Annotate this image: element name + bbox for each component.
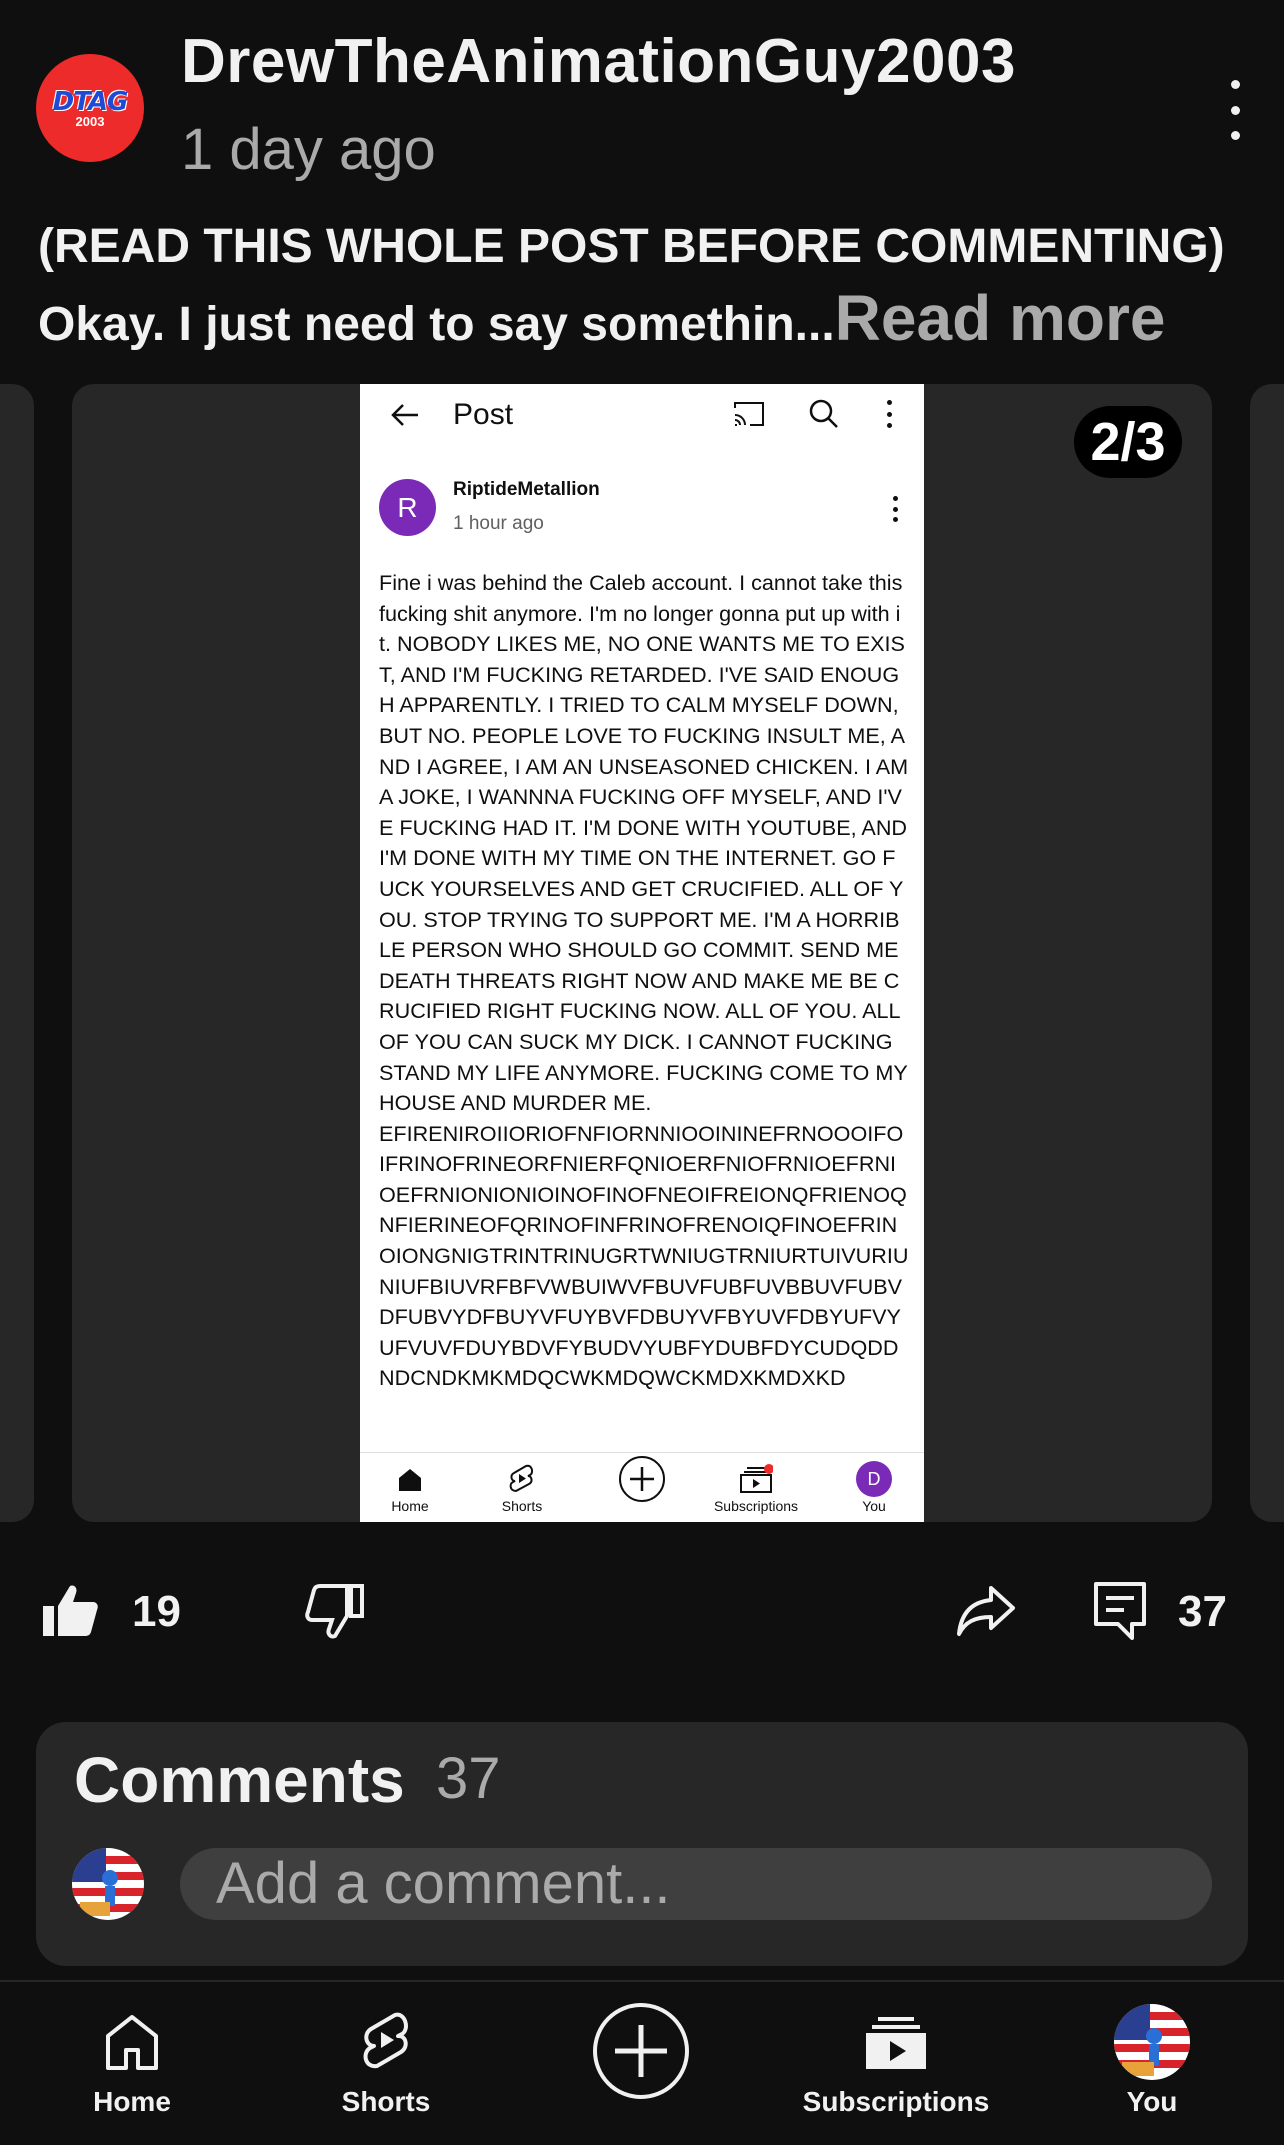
subscriptions-icon: [786, 2004, 1006, 2080]
nav-shorts-label: Shorts: [341, 2086, 431, 2117]
current-user-avatar: [72, 1848, 144, 1920]
post-header: DTAG 2003 DrewTheAnimationGuy2003 1 day …: [0, 0, 1284, 190]
screenshot-post-more-icon: [890, 496, 900, 522]
screenshot-more-icon: [884, 400, 894, 428]
channel-avatar-logo-text: DTAG: [52, 86, 129, 117]
comments-panel[interactable]: Comments 37 Add a comment...: [36, 1722, 1248, 1966]
channel-avatar-logo-subtext: 2003: [75, 113, 105, 129]
screenshot-nav-you: D You: [824, 1461, 924, 1515]
nav-create[interactable]: [531, 2003, 751, 2106]
screenshot-author-avatar: R: [379, 479, 436, 536]
screenshot-nav-home: Home: [360, 1461, 460, 1515]
screenshot-post-text: Fine i was behind the Caleb account. I c…: [379, 570, 909, 1391]
comments-heading: Comments: [74, 1744, 405, 1816]
post-timestamp: 1 day ago: [181, 117, 436, 182]
screenshot-nav-create: [592, 1456, 692, 1502]
screenshot-title: Post: [453, 398, 514, 431]
home-icon: [360, 1461, 460, 1497]
shorts-outline-icon: [276, 2004, 496, 2080]
read-more-link[interactable]: Read more: [835, 282, 1166, 354]
more-options-icon[interactable]: [1215, 80, 1255, 140]
like-count: 19: [132, 1587, 181, 1636]
nav-subscriptions[interactable]: Subscriptions: [786, 2004, 1006, 2120]
search-icon: [808, 398, 840, 435]
screenshot-bottom-nav: Home Shorts Subscriptions D You: [360, 1452, 924, 1522]
comment-icon[interactable]: [1092, 1580, 1148, 1647]
nav-shorts[interactable]: Shorts: [276, 2004, 496, 2120]
carousel-next-image[interactable]: [1250, 384, 1284, 1522]
dislike-icon[interactable]: [305, 1582, 365, 1647]
carousel-page-indicator: 2/3: [1074, 406, 1182, 478]
comments-heading-count: 37: [436, 1746, 501, 1811]
carousel-previous-image[interactable]: [0, 384, 34, 1522]
screenshot-nav-you-label: You: [862, 1498, 886, 1514]
shorts-icon: [472, 1461, 572, 1497]
like-icon[interactable]: [40, 1580, 100, 1645]
post-actions-bar: 19 37: [0, 1560, 1284, 1660]
cast-icon: [732, 400, 766, 433]
post-text-preview: Okay. I just need to say somethin...: [38, 298, 835, 351]
screenshot-nav-home-label: Home: [391, 1498, 429, 1514]
subscriptions-icon: [700, 1461, 812, 1497]
add-comment-input[interactable]: Add a comment...: [180, 1848, 1212, 1920]
nav-home[interactable]: Home: [22, 2004, 242, 2120]
share-icon[interactable]: [955, 1582, 1017, 1643]
screenshot-nav-subscriptions-label: Subscriptions: [713, 1498, 799, 1514]
home-outline-icon: [22, 2004, 242, 2080]
nav-you[interactable]: You: [1042, 2004, 1262, 2120]
screenshot-nav-shorts: Shorts: [472, 1461, 572, 1515]
screenshot-you-avatar: D: [856, 1461, 892, 1497]
screenshot-nav-shorts-label: Shorts: [501, 1498, 543, 1514]
post-text-line-1: (READ THIS WHOLE POST BEFORE COMMENTING): [38, 220, 1225, 273]
screenshot-post-time: 1 hour ago: [453, 513, 544, 534]
channel-name[interactable]: DrewTheAnimationGuy2003: [181, 26, 1016, 98]
post-image-screenshot[interactable]: Post R RiptideMetallion 1 hour ago Fine …: [360, 384, 924, 1522]
channel-avatar[interactable]: DTAG 2003: [36, 54, 144, 162]
create-plus-icon: [531, 1996, 751, 2106]
comment-count: 37: [1178, 1587, 1227, 1636]
nav-home-label: Home: [93, 2086, 171, 2117]
screenshot-nav-subscriptions: Subscriptions: [700, 1461, 812, 1515]
bottom-navigation: Home Shorts Subscriptions You: [0, 1980, 1284, 2145]
post-text-line-2: Okay. I just need to say somethin...Read…: [38, 286, 1165, 355]
nav-subscriptions-label: Subscriptions: [802, 2086, 990, 2117]
you-avatar: [1114, 2004, 1190, 2080]
create-plus-icon: [592, 1456, 692, 1502]
nav-you-label: You: [1126, 2086, 1178, 2117]
screenshot-top-bar: Post: [360, 384, 924, 446]
back-arrow-icon: [388, 398, 422, 438]
screenshot-author-name: RiptideMetallion: [453, 479, 600, 500]
